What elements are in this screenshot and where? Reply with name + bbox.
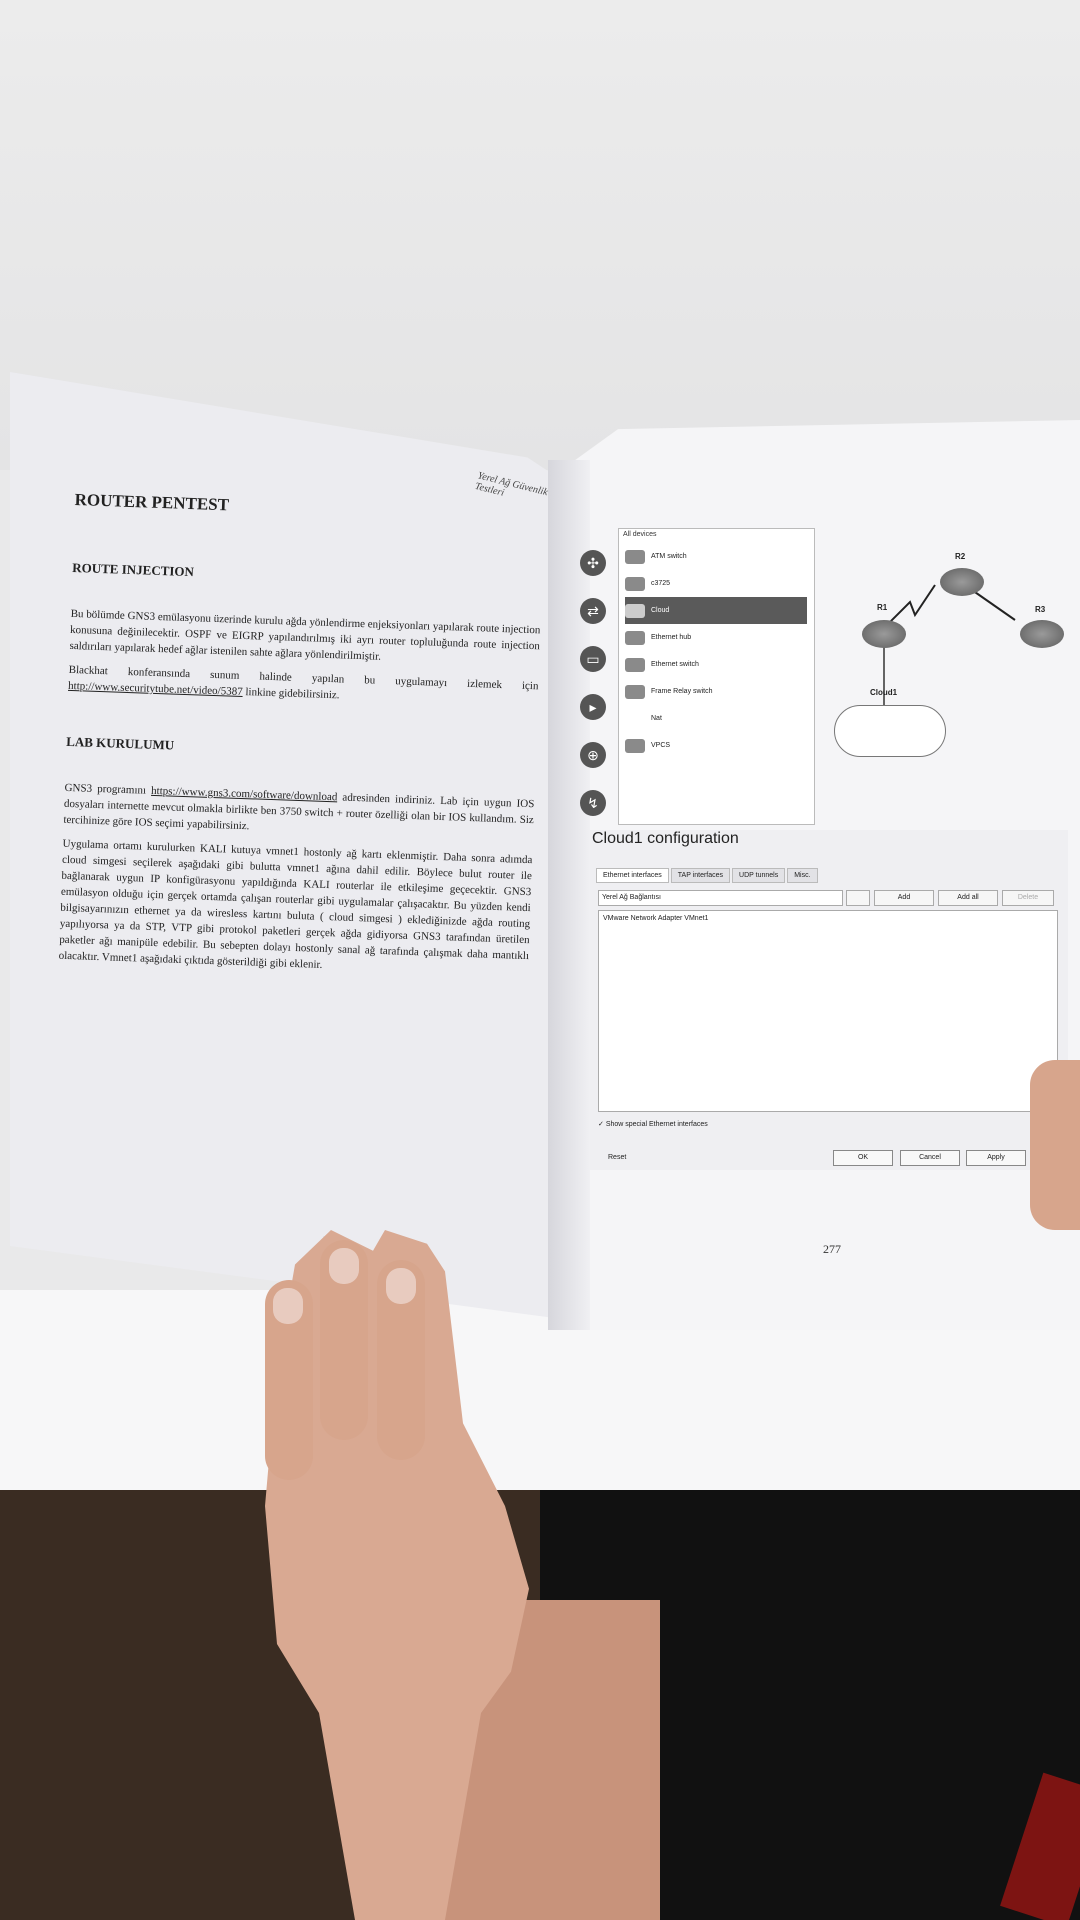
tab-tap-interfaces[interactable]: TAP interfaces: [670, 868, 731, 883]
blackhat-paragraph: Blackhat konferansında sunum halinde yap…: [68, 662, 539, 710]
router-r2-icon[interactable]: [940, 568, 984, 596]
checkbox-label: Show special Ethernet interfaces: [605, 1121, 708, 1128]
router-r1-icon[interactable]: [862, 620, 906, 648]
router-r1-label: R1: [877, 603, 888, 612]
routers-icon: ✣: [580, 550, 606, 576]
fingers-group: [265, 1240, 565, 1540]
right-page-number: 277: [823, 1242, 841, 1256]
gns3-download-link[interactable]: https://www.gns3.com/software/download: [151, 785, 338, 803]
device-label: ATM switch: [651, 553, 687, 560]
left-page-text: ROUTER PENTEST ROUTE INJECTION Bu bölümd…: [58, 490, 544, 980]
device-list: ATM switch c3725 Cloud Ethernet hub Ethe…: [625, 543, 807, 759]
router-icon: [625, 576, 645, 591]
blackhat-suffix: linkine gidebilirsiniz.: [245, 686, 340, 702]
device-item[interactable]: VPCS: [625, 732, 807, 759]
gns3-download-paragraph: GNS3 programını https://www.gns3.com/sof…: [63, 780, 534, 844]
cancel-button[interactable]: Cancel: [900, 1150, 960, 1166]
device-item[interactable]: ATM switch: [625, 543, 807, 570]
device-label: c3725: [651, 580, 671, 587]
device-item[interactable]: Nat: [625, 705, 807, 732]
config-tabs: Ethernet interfaces TAP interfaces UDP t…: [596, 868, 818, 883]
network-topology: R1 R2 R3 Cloud1: [830, 540, 1070, 770]
hub-icon: [625, 630, 645, 645]
device-item-selected[interactable]: Cloud: [625, 597, 807, 624]
all-devices-icon: ⊕: [580, 742, 606, 768]
router-r3-icon[interactable]: [1020, 620, 1064, 648]
device-item[interactable]: Ethernet switch: [625, 651, 807, 678]
photo-scene: ROUTER PENTEST ROUTE INJECTION Bu bölümd…: [0, 0, 1080, 1920]
delete-button[interactable]: Delete: [1002, 890, 1054, 906]
switches-icon: ⇄: [580, 598, 606, 624]
device-label: Ethernet hub: [651, 634, 692, 641]
device-panel: All devices ATM switch c3725 Cloud Ether…: [618, 528, 815, 825]
dialog-title: Cloud1 configuration: [592, 830, 739, 847]
fingernail: [273, 1288, 303, 1324]
lab-setup-heading: LAB KURULUMU: [65, 733, 175, 753]
security-icon: ▸: [580, 694, 606, 720]
tab-misc[interactable]: Misc.: [787, 868, 818, 883]
link-icon: ↯: [580, 790, 606, 816]
fingernail: [329, 1248, 359, 1284]
router-r2-label: R2: [955, 552, 966, 561]
tab-udp-tunnels[interactable]: UDP tunnels: [732, 868, 786, 883]
device-item[interactable]: Frame Relay switch: [625, 678, 807, 705]
add-all-button[interactable]: Add all: [938, 890, 998, 906]
cloud-icon: [625, 603, 645, 618]
setup-paragraph: Uygulama ortamı kurulurken KALI kutuya v…: [58, 837, 533, 971]
cloud-label: Cloud1: [870, 688, 898, 697]
right-hand-fingers: [1030, 1060, 1080, 1230]
device-item[interactable]: Ethernet hub: [625, 624, 807, 651]
fingernail: [386, 1268, 416, 1304]
cloud-config-dialog: Cloud1 configuration Ethernet interfaces…: [590, 830, 1068, 1170]
nat-icon: [625, 712, 645, 726]
frame-relay-icon: [625, 684, 645, 699]
list-item[interactable]: VMware Network Adapter VMnet1: [603, 915, 708, 922]
device-label: Ethernet switch: [651, 661, 699, 668]
device-panel-title: All devices: [623, 531, 657, 538]
apply-button[interactable]: Apply: [966, 1150, 1026, 1166]
vpcs-icon: [625, 738, 645, 753]
add-button[interactable]: Add: [874, 890, 934, 906]
device-item[interactable]: c3725: [625, 570, 807, 597]
interface-select[interactable]: Yerel Ağ Bağlantısı: [598, 890, 843, 906]
end-devices-icon: ▭: [580, 646, 606, 672]
interfaces-list[interactable]: VMware Network Adapter VMnet1: [598, 910, 1058, 1112]
tab-ethernet-interfaces[interactable]: Ethernet interfaces: [596, 868, 669, 883]
gns3-text: GNS3 programını: [64, 781, 147, 797]
special-interfaces-checkbox[interactable]: ✓ Show special Ethernet interfaces: [598, 1120, 708, 1128]
securitytube-link[interactable]: http://www.securitytube.net/video/5387: [68, 680, 243, 698]
blank-button[interactable]: [846, 890, 870, 906]
gns3-toolbar: ✣ ⇄ ▭ ▸ ⊕ ↯: [580, 550, 612, 830]
device-label: Cloud: [651, 607, 670, 614]
route-injection-paragraph: Bu bölümde GNS3 emülasyonu üzerinde kuru…: [69, 607, 541, 663]
ok-button[interactable]: OK: [833, 1150, 893, 1166]
device-label: VPCS: [651, 742, 671, 749]
route-injection-heading: ROUTE INJECTION: [72, 559, 195, 580]
device-label: Frame Relay switch: [651, 688, 713, 695]
device-label: Nat: [651, 715, 662, 722]
atm-switch-icon: [625, 549, 645, 564]
cloud-icon[interactable]: [834, 705, 946, 757]
router-r3-label: R3: [1035, 605, 1046, 614]
reset-button[interactable]: Reset: [608, 1154, 626, 1161]
switch-icon: [625, 657, 645, 672]
